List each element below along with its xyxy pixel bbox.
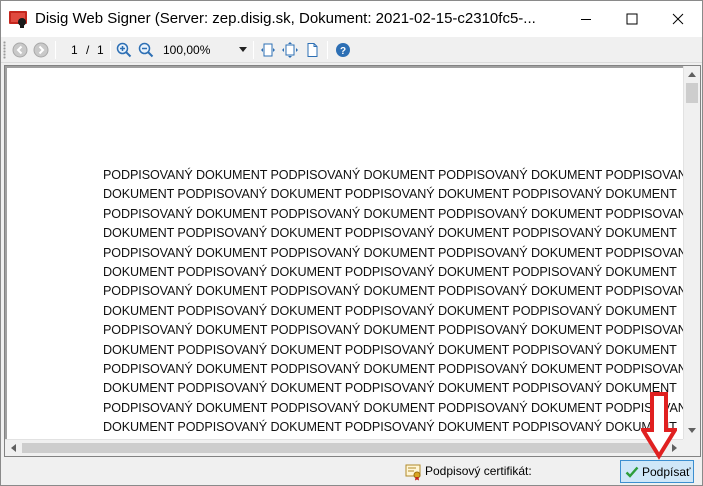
- actual-size-button[interactable]: [303, 41, 321, 59]
- back-button[interactable]: [11, 41, 29, 59]
- document-text-line: PODPISOVANÝ DOKUMENT PODPISOVANÝ DOKUMEN…: [103, 400, 685, 415]
- actual-size-icon: [307, 43, 318, 57]
- fit-width-icon: [282, 42, 298, 58]
- document-text-line: DOKUMENT PODPISOVANÝ DOKUMENT PODPISOVAN…: [103, 187, 677, 202]
- maximize-button[interactable]: [609, 1, 655, 37]
- scrollbar-corner: [683, 439, 700, 456]
- document-text-line: DOKUMENT PODPISOVANÝ DOKUMENT PODPISOVAN…: [103, 342, 677, 357]
- fit-width-button[interactable]: [281, 41, 299, 59]
- checkmark-icon: [625, 466, 639, 478]
- horizontal-scroll-thumb[interactable]: [22, 443, 662, 453]
- fit-page-button[interactable]: [259, 41, 277, 59]
- zoom-select[interactable]: 100,00%: [159, 41, 249, 59]
- zoom-in-button[interactable]: [115, 41, 133, 59]
- forward-icon: [33, 42, 49, 58]
- document-text-line: PODPISOVANÝ DOKUMENT PODPISOVANÝ DOKUMEN…: [103, 206, 685, 221]
- document-text-line: PODPISOVANÝ DOKUMENT PODPISOVANÝ DOKUMEN…: [103, 168, 685, 182]
- chevron-down-icon: [239, 47, 247, 52]
- certificate-select[interactable]: [535, 462, 617, 482]
- scroll-right-icon[interactable]: [672, 444, 677, 452]
- zoom-in-icon: [116, 42, 132, 58]
- minimize-button[interactable]: [563, 1, 609, 37]
- certificate-icon: [405, 463, 423, 481]
- zoom-value: 100,00%: [163, 43, 211, 57]
- document-page: PODPISOVANÝ DOKUMENT PODPISOVANÝ DOKUMEN…: [7, 68, 685, 441]
- scroll-down-icon[interactable]: [688, 428, 696, 433]
- title-bar[interactable]: Disig Web Signer (Server: zep.disig.sk, …: [1, 1, 702, 37]
- document-text-line: PODPISOVANÝ DOKUMENT PODPISOVANÝ DOKUMEN…: [103, 284, 685, 299]
- status-bar: Podpisový certifikát: Podpísať: [1, 458, 702, 485]
- minimize-icon: [581, 19, 591, 20]
- signer-window: Disig Web Signer (Server: zep.disig.sk, …: [0, 0, 703, 486]
- toolbar-separator: [253, 41, 254, 59]
- sign-button-label: Podpísať: [642, 464, 691, 479]
- back-icon: [12, 42, 28, 58]
- document-text-line: PODPISOVANÝ DOKUMENT PODPISOVANÝ DOKUMEN…: [103, 323, 685, 338]
- document-text-line: DOKUMENT PODPISOVANÝ DOKUMENT PODPISOVAN…: [103, 303, 677, 318]
- scroll-up-icon[interactable]: [688, 72, 696, 77]
- scroll-left-icon[interactable]: [11, 444, 16, 452]
- window-title: Disig Web Signer (Server: zep.disig.sk, …: [35, 10, 536, 27]
- sign-button[interactable]: Podpísať: [620, 460, 694, 483]
- toolbar-separator: [327, 41, 328, 59]
- svg-text:?: ?: [340, 46, 346, 57]
- forward-button[interactable]: [32, 41, 50, 59]
- fit-page-icon: [261, 43, 275, 57]
- help-icon: ?: [336, 43, 350, 57]
- document-text-line: DOKUMENT PODPISOVANÝ DOKUMENT PODPISOVAN…: [103, 226, 677, 241]
- help-button[interactable]: ?: [334, 41, 352, 59]
- toolbar: 1 / 1 100,00% ?: [1, 37, 702, 63]
- document-text-line: DOKUMENT PODPISOVANÝ DOKUMENT PODPISOVAN…: [103, 420, 677, 435]
- app-icon: [9, 10, 29, 28]
- document-text-line: DOKUMENT PODPISOVANÝ DOKUMENT PODPISOVAN…: [103, 381, 677, 396]
- zoom-out-icon: [138, 42, 154, 58]
- current-page[interactable]: 1: [71, 43, 78, 57]
- document-text-line: PODPISOVANÝ DOKUMENT PODPISOVANÝ DOKUMEN…: [103, 362, 685, 377]
- vertical-scrollbar[interactable]: [683, 66, 700, 439]
- page-separator: /: [86, 43, 90, 57]
- total-pages: 1: [97, 43, 104, 57]
- vertical-scroll-thumb[interactable]: [686, 83, 698, 103]
- close-button[interactable]: [655, 1, 701, 37]
- document-text: PODPISOVANÝ DOKUMENT PODPISOVANÝ DOKUMEN…: [103, 166, 685, 441]
- toolbar-separator: [55, 41, 56, 59]
- toolbar-separator: [110, 41, 111, 59]
- document-text-line: PODPISOVANÝ DOKUMENT PODPISOVANÝ DOKUMEN…: [103, 245, 685, 260]
- horizontal-scrollbar[interactable]: [5, 439, 683, 456]
- document-viewer: PODPISOVANÝ DOKUMENT PODPISOVANÝ DOKUMEN…: [4, 65, 701, 457]
- zoom-out-button[interactable]: [137, 41, 155, 59]
- document-text-line: DOKUMENT PODPISOVANÝ DOKUMENT PODPISOVAN…: [103, 265, 677, 280]
- close-icon: [672, 13, 684, 25]
- maximize-icon: [626, 13, 638, 25]
- certificate-label: Podpisový certifikát:: [425, 464, 532, 478]
- toolbar-grip[interactable]: [3, 41, 6, 59]
